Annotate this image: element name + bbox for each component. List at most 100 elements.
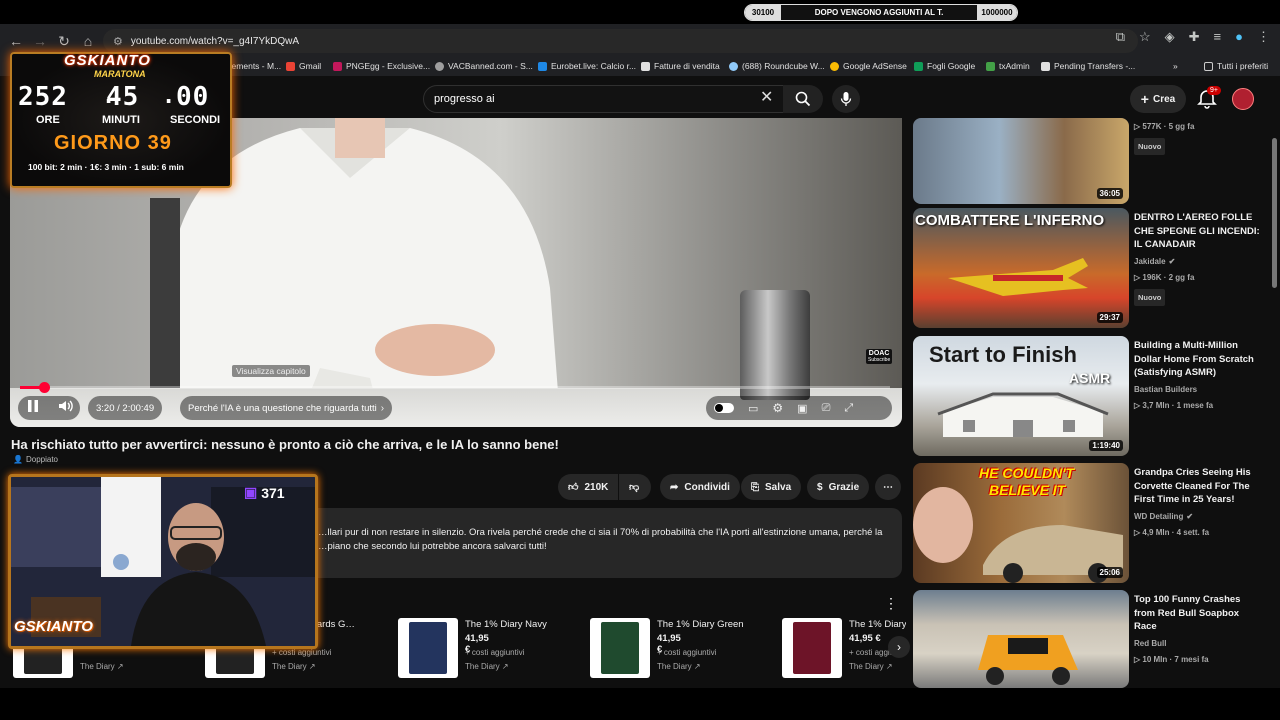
timer-seconds-label: SECONDI — [170, 114, 221, 126]
recommended-video[interactable]: HE COULDN'T BELIEVE IT 25:06 Grandpa Cri… — [913, 463, 1273, 583]
forward-arrow-icon[interactable]: → — [28, 29, 52, 53]
video-thumbnail: HE COULDN'T BELIEVE IT 25:06 — [913, 463, 1129, 583]
clear-search-icon[interactable]: ✕ — [760, 90, 773, 106]
video-title: Ha rischiato tutto per avvertirci: nessu… — [11, 437, 559, 452]
miniplayer-icon[interactable]: ▣ — [797, 402, 807, 415]
bookmark-label: PNGEgg - Exclusive... — [346, 61, 431, 71]
back-arrow-icon[interactable]: ← — [4, 29, 28, 53]
bookmark-star-icon[interactable]: ☆ — [1139, 29, 1151, 45]
thumbnail-text: COMBATTERE L'INFERNO — [915, 212, 1105, 229]
thanks-label: Grazie — [828, 481, 860, 493]
verified-icon: ✔ — [1186, 511, 1194, 521]
site-info-icon[interactable]: ⚙ — [113, 35, 123, 48]
page-scrollbar[interactable] — [1270, 118, 1278, 688]
products-next-button[interactable]: › — [888, 636, 910, 658]
video-title-link[interactable]: Grandpa Cries Seeing His Corvette Cleane… — [1134, 466, 1262, 507]
avatar[interactable] — [1232, 88, 1254, 110]
system-bottom-strip — [0, 688, 1280, 720]
bookmark-partial[interactable]: Elements - M... — [224, 61, 281, 71]
thumbs-down-icon: 👎︎ — [629, 482, 640, 493]
fullscreen-icon[interactable]: ⤢ — [844, 402, 853, 415]
time-display-pill: 3:20 / 2:00:49 — [88, 396, 163, 420]
settings-gear-icon[interactable]: ⚙ — [772, 401, 783, 415]
channel-watermark[interactable]: DOAC Subscribe — [866, 349, 893, 364]
video-views: 10 Mln — [1142, 655, 1168, 664]
voice-search-button[interactable] — [832, 85, 860, 113]
subtitles-icon[interactable]: ▭ — [748, 402, 758, 415]
pause-icon[interactable] — [26, 399, 40, 418]
channel-name[interactable]: Bastian Builders — [1134, 383, 1262, 397]
twitch-icon: ▣ — [244, 484, 258, 500]
bookmarks-overflow-icon[interactable]: » — [1173, 61, 1178, 71]
bookmark-label: Pending Transfers -... — [1054, 61, 1136, 71]
install-app-icon[interactable]: ⧉ — [1116, 29, 1125, 45]
video-title-link[interactable]: Top 100 Funny Crashes from Red Bull Soap… — [1134, 593, 1262, 634]
more-actions-button[interactable]: ⋯ — [875, 474, 901, 500]
home-icon[interactable]: ⌂ — [76, 29, 100, 53]
product-shop: The Diary ↗ — [80, 662, 124, 671]
bookmark-item[interactable]: Fogli Google — [914, 61, 975, 71]
extension-icon[interactable]: ◈ — [1165, 29, 1175, 45]
autoplay-toggle[interactable] — [714, 403, 734, 413]
search-button[interactable] — [783, 85, 823, 113]
video-views: 577K — [1142, 122, 1162, 131]
channel-label: Red Bull — [1134, 638, 1167, 648]
like-count: 210K — [584, 481, 609, 493]
bookmark-item[interactable]: (688) Roundcube W... — [729, 61, 825, 71]
all-bookmarks[interactable]: Tutti i preferiti — [1204, 61, 1268, 71]
video-thumbnail: Start to Finish ASMR 1:19:40 — [913, 336, 1129, 456]
bookmark-label: Fogli Google — [927, 61, 976, 71]
bookmark-item[interactable]: VACBanned.com - S... — [435, 61, 533, 71]
like-button[interactable]: 👍︎ 210K — [558, 474, 618, 500]
bookmark-item[interactable]: Google AdSense — [830, 61, 907, 71]
dislike-button[interactable]: 👎︎ — [619, 474, 651, 500]
share-button[interactable]: ➦ Condividi — [660, 474, 740, 500]
puzzle-icon[interactable]: ✚ — [1189, 29, 1200, 45]
create-button[interactable]: + Crea — [1130, 85, 1186, 113]
bookmark-item[interactable]: Pending Transfers -... — [1041, 61, 1135, 71]
recommended-video[interactable]: 36:05 ▷ 577K · 5 gg fa Nuovo — [913, 118, 1273, 204]
search-icon — [795, 91, 811, 107]
profile-icon[interactable]: ● — [1235, 29, 1243, 45]
address-bar[interactable]: ⚙ youtube.com/watch?v=_g4I7YkDQwA — [103, 29, 1138, 53]
bookmark-label: Gmail — [299, 61, 322, 71]
shopping-more-icon[interactable]: ⋮ — [884, 595, 898, 612]
bookmark-label: Elements - M... — [224, 61, 282, 71]
progress-bar[interactable] — [20, 382, 890, 393]
product-name: The 1% Diary Navy — [465, 619, 547, 630]
bookmark-item[interactable]: PNGEgg - Exclusive... — [333, 61, 430, 71]
share-arrow-icon: ➦ — [670, 481, 679, 493]
search-input[interactable]: progresso ai — [423, 85, 788, 113]
channel-name[interactable]: WD Detailing ✔ — [1134, 510, 1262, 524]
channel-name[interactable]: Jakidale ✔ — [1134, 255, 1262, 269]
bookmark-item[interactable]: Eurobet.live: Calcio r... — [538, 61, 636, 71]
url-text: youtube.com/watch?v=_g4I7YkDQwA — [130, 35, 300, 47]
video-title-link[interactable]: DENTRO L'AEREO FOLLE CHE SPEGNE GLI INCE… — [1134, 211, 1262, 252]
bookmark-item[interactable]: txAdmin — [986, 61, 1030, 71]
recommendation-info: ▷ 577K · 5 gg fa Nuovo — [1134, 117, 1262, 155]
video-title-link[interactable]: Building a Multi-Million Dollar Home Fro… — [1134, 339, 1262, 380]
ticker-message: DOPO VENGONO AGGIUNTI AL T. — [814, 8, 944, 17]
bookmark-item[interactable]: Gmail — [286, 61, 321, 71]
timer-brand: GSKIANTO — [64, 52, 151, 69]
scrollbar-thumb[interactable] — [1272, 138, 1277, 288]
thanks-button[interactable]: $ Grazie — [807, 474, 870, 500]
volume-icon[interactable] — [58, 399, 74, 418]
bookmark-label: Google AdSense — [843, 61, 907, 71]
chapter-button[interactable]: Perché l'IA è una questione che riguarda… — [180, 396, 393, 420]
recommended-video[interactable]: Top 100 Funny Crashes from Red Bull Soap… — [913, 590, 1273, 688]
save-button[interactable]: ⎘ Salva — [741, 474, 802, 500]
media-icon[interactable]: ≡ — [1214, 29, 1222, 45]
cast-icon[interactable]: ⎚ — [822, 402, 831, 415]
menu-dots-icon[interactable]: ⋮ — [1257, 29, 1270, 45]
bookmark-label: Eurobet.live: Calcio r... — [551, 61, 637, 71]
recommended-video[interactable]: COMBATTERE L'INFERNO 29:37 DENTRO L'AERE… — [913, 208, 1273, 328]
reload-icon[interactable]: ↻ — [52, 29, 76, 53]
soapbox-car-shape — [978, 635, 1078, 685]
channel-name[interactable]: Red Bull — [1134, 637, 1262, 651]
bookmark-item[interactable]: Fatture di vendita — [641, 61, 720, 71]
video-duration: 36:05 — [1096, 188, 1123, 199]
product-image — [398, 618, 458, 678]
sheets-icon — [914, 61, 923, 71]
recommended-video[interactable]: Start to Finish ASMR 1:19:40 Building a … — [913, 336, 1273, 456]
